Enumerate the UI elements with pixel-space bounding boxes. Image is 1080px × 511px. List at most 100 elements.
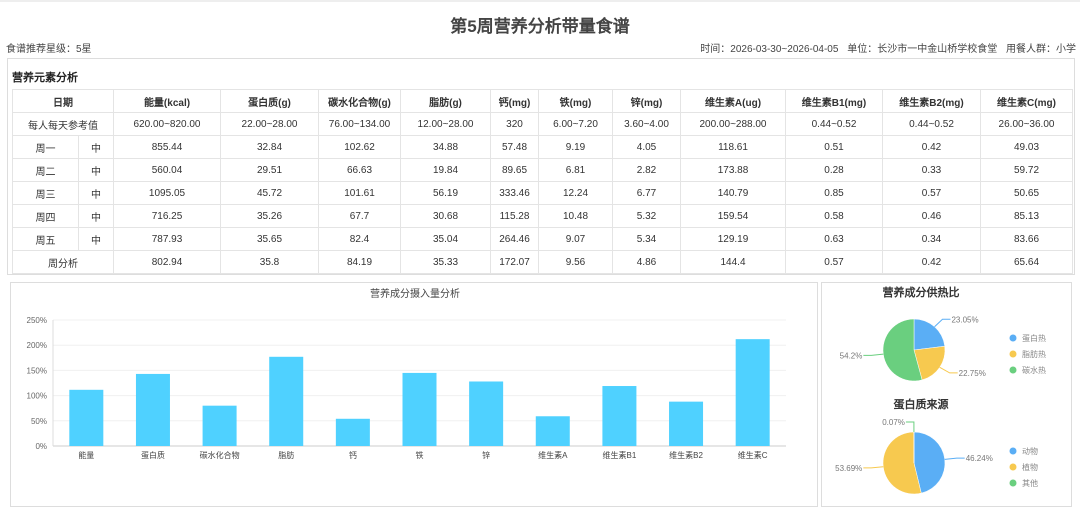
table-cell: 26.00~36.00	[980, 112, 1073, 136]
nutrition-table: 日期 能量(kcal) 蛋白质(g) 碳水化合物(g) 脂肪(g) 钙(mg) 铁(mg) 锌…	[12, 89, 1073, 274]
table-cell: 50.65	[980, 181, 1073, 205]
table-cell: 34.88	[400, 135, 491, 159]
bar	[335, 418, 370, 446]
table-row: 周一中 855.44 32.84 102.62 34.88 57.48 9.19 4.05 11…	[12, 135, 1073, 159]
table-cell: 12.00~28.00	[400, 112, 491, 136]
pie-title: 营养成分供热比	[883, 285, 960, 299]
reference-row: 每人每天参考值 620.00~820.00 22.00~28.00 76.00~134…	[12, 112, 1073, 136]
table-cell: 173.88	[680, 158, 786, 182]
table-cell: 118.61	[680, 135, 786, 159]
table-cell: 101.61	[318, 181, 401, 205]
table-cell: 560.04	[113, 158, 221, 182]
table-cell: 0.57	[785, 250, 883, 274]
table-cell: 333.46	[490, 181, 539, 205]
x-tick-label: 能量	[78, 450, 94, 460]
table-cell: 0.46	[882, 204, 981, 228]
column-header: 钙(mg)	[490, 89, 539, 113]
table-cell: 802.94	[113, 250, 221, 274]
unit-name: 单位：长沙市一中金山桥学校食堂	[847, 44, 998, 55]
y-tick-label: 0%	[35, 442, 47, 451]
pie-charts: 营养成分供热比 23.05% 蛋白热 22.75% 脂肪热 54.2% 碳水热蛋白质来源 46…	[835, 285, 1046, 495]
time-range: 时间：2026-03-30~2026-04-05	[700, 44, 839, 55]
table-cell: 9.19	[538, 135, 613, 159]
bar	[602, 386, 637, 446]
table-cell: 115.28	[490, 204, 539, 228]
table-cell: 6.77	[612, 181, 681, 205]
meal-cell: 中	[78, 135, 114, 159]
x-tick-label: 碳水化合物	[200, 450, 240, 460]
label-line	[905, 421, 915, 433]
table-cell: 10.48	[538, 204, 613, 228]
table-cell: 1095.05	[113, 181, 221, 205]
column-header: 能量(kcal)	[113, 89, 221, 113]
table-cell: 29.51	[220, 158, 319, 182]
pie-label: 23.05%	[951, 315, 978, 324]
table-cell: 85.13	[980, 204, 1073, 228]
table-cell: 0.63	[785, 227, 883, 251]
y-tick-label: 200%	[27, 341, 47, 350]
column-header: 锌(mg)	[612, 89, 681, 113]
table-cell: 76.00~134.00	[318, 112, 401, 136]
table-cell: 82.4	[318, 227, 401, 251]
table-header-row: 日期 能量(kcal) 蛋白质(g) 碳水化合物(g) 脂肪(g) 钙(mg) 铁(mg) 锌…	[12, 89, 1073, 113]
column-header: 维生素B2(mg)	[882, 89, 981, 113]
bar	[202, 405, 237, 446]
x-tick-label: 钙	[349, 450, 357, 460]
table-cell: 0.51	[785, 135, 883, 159]
x-tick-label: 维生素A	[538, 450, 568, 460]
label-line	[934, 318, 951, 328]
table-cell: 35.8	[220, 250, 319, 274]
legend-label: 蛋白热	[1022, 333, 1046, 343]
section-title: 营养元素分析	[12, 72, 78, 84]
table-cell: 9.56	[538, 250, 613, 274]
day-cell: 周五	[12, 227, 79, 251]
legend-label: 碳水热	[1022, 365, 1046, 375]
bar	[735, 339, 770, 446]
table-cell: 9.07	[538, 227, 613, 251]
bar	[669, 401, 704, 446]
table-cell: 200.00~288.00	[680, 112, 786, 136]
bar	[69, 389, 104, 446]
label-line	[863, 466, 884, 469]
table-cell: 45.72	[220, 181, 319, 205]
bar	[535, 416, 570, 446]
table-cell: 129.19	[680, 227, 786, 251]
table-cell: 855.44	[113, 135, 221, 159]
legend-marker	[1009, 479, 1017, 487]
table-cell: 140.79	[680, 181, 786, 205]
pie-slice	[913, 318, 946, 351]
table-cell: 4.86	[612, 250, 681, 274]
row-label: 每人每天参考值	[12, 112, 114, 136]
table-cell: 0.42	[882, 250, 981, 274]
day-cell: 周一	[12, 135, 79, 159]
label-line	[944, 457, 965, 460]
row-label: 周分析	[12, 250, 114, 274]
table-cell: 4.05	[612, 135, 681, 159]
legend-label: 动物	[1022, 446, 1038, 456]
y-tick-label: 50%	[31, 417, 47, 426]
pie-label: 54.2%	[840, 351, 863, 360]
day-cell: 周二	[12, 158, 79, 182]
column-header: 维生素B1(mg)	[785, 89, 883, 113]
table-row: 周五中 787.93 35.65 82.4 35.04 264.46 9.07 5.34 129…	[12, 227, 1073, 251]
table-cell: 5.32	[612, 204, 681, 228]
table-cell: 83.66	[980, 227, 1073, 251]
table-cell: 0.44~0.52	[785, 112, 883, 136]
pie-label: 22.75%	[959, 369, 986, 378]
pie-label: 53.69%	[835, 464, 862, 473]
table-cell: 3.60~4.00	[612, 112, 681, 136]
table-cell: 6.81	[538, 158, 613, 182]
table-cell: 0.57	[882, 181, 981, 205]
table-cell: 0.42	[882, 135, 981, 159]
table-cell: 144.4	[680, 250, 786, 274]
bar	[135, 373, 170, 446]
table-row: 周三中 1095.05 45.72 101.61 56.19 333.46 12.24 6.7…	[12, 181, 1073, 205]
pie-label: 0.07%	[882, 418, 905, 427]
legend-label: 植物	[1022, 462, 1038, 472]
meal-cell: 中	[78, 204, 114, 228]
table-cell: 89.65	[490, 158, 539, 182]
table-cell: 0.34	[882, 227, 981, 251]
bar	[469, 381, 504, 446]
x-tick-label: 脂肪	[278, 450, 294, 460]
pie-chart-panel: 营养成分供热比 23.05% 蛋白热 22.75% 脂肪热 54.2% 碳水热 蛋白质来源 46…	[821, 282, 1072, 507]
